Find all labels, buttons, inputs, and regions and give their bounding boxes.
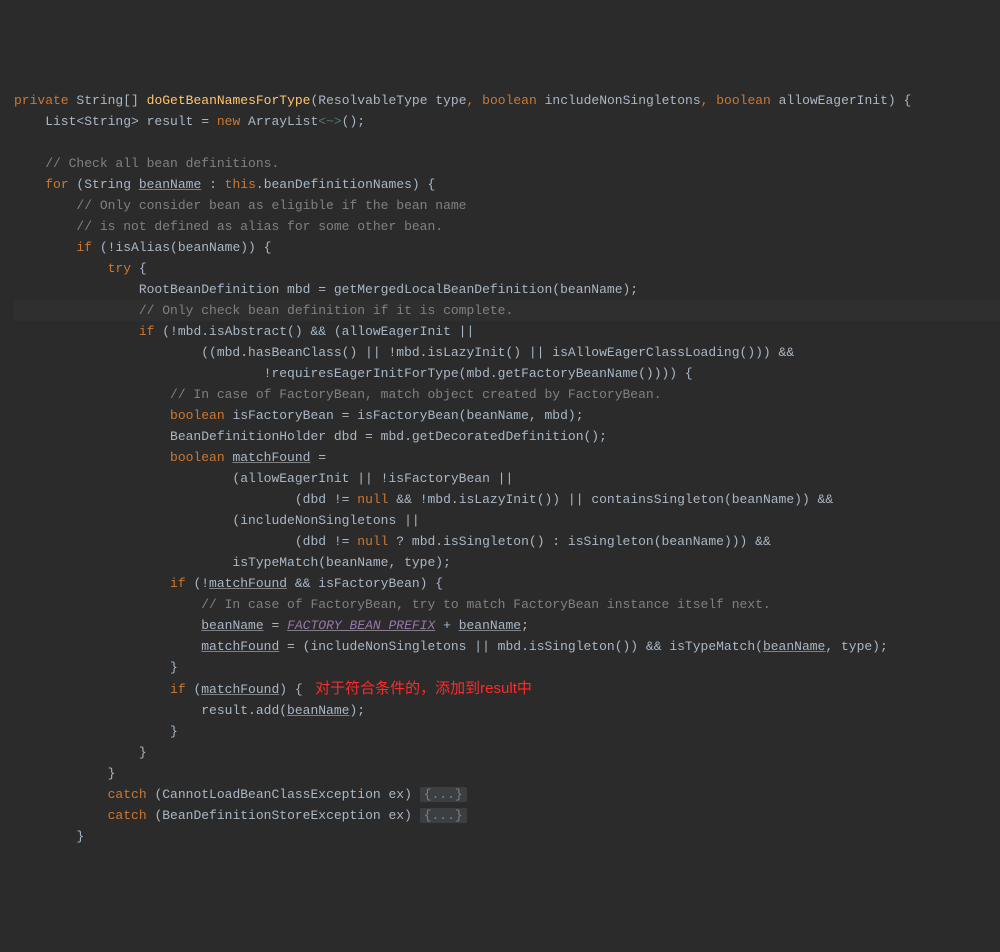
code-line: try { — [14, 261, 147, 276]
code-line: private String[] doGetBeanNamesForType(R… — [14, 93, 911, 108]
code-line: catch (BeanDefinitionStoreException ex) … — [14, 808, 467, 823]
code-line: (dbd != null ? mbd.isSingleton() : isSin… — [14, 534, 771, 549]
code-line: } — [14, 829, 84, 844]
code-line: if (!mbd.isAbstract() && (allowEagerInit… — [14, 324, 474, 339]
code-line: isTypeMatch(beanName, type); — [14, 555, 451, 570]
code-line: // is not defined as alias for some othe… — [14, 219, 443, 234]
code-line: ((mbd.hasBeanClass() || !mbd.isLazyInit(… — [14, 345, 794, 360]
code-line: RootBeanDefinition mbd = getMergedLocalB… — [14, 282, 638, 297]
code-line: boolean isFactoryBean = isFactoryBean(be… — [14, 408, 584, 423]
code-line: // In case of FactoryBean, try to match … — [14, 597, 771, 612]
code-line: // In case of FactoryBean, match object … — [14, 387, 662, 402]
code-line: // Only consider bean as eligible if the… — [14, 198, 466, 213]
code-line: if (matchFound) { 对于符合条件的，添加到result中 — [14, 682, 532, 697]
code-line: if (!matchFound && isFactoryBean) { — [14, 576, 443, 591]
code-line: (dbd != null && !mbd.isLazyInit()) || co… — [14, 492, 833, 507]
code-line: } — [14, 745, 147, 760]
code-line: (includeNonSingletons || — [14, 513, 420, 528]
code-line: // Check all bean definitions. — [14, 156, 279, 171]
code-line: } — [14, 660, 178, 675]
code-line: BeanDefinitionHolder dbd = mbd.getDecora… — [14, 429, 607, 444]
code-line: (allowEagerInit || !isFactoryBean || — [14, 471, 513, 486]
code-line: boolean matchFound = — [14, 450, 326, 465]
code-editor[interactable]: private String[] doGetBeanNamesForType(R… — [0, 84, 1000, 847]
code-line: if (!isAlias(beanName)) { — [14, 240, 271, 255]
code-line: beanName = FACTORY_BEAN_PREFIX + beanNam… — [14, 618, 529, 633]
code-line-highlighted: // Only check bean definition if it is c… — [14, 300, 1000, 321]
fold-region[interactable]: {...} — [420, 787, 467, 802]
fold-region[interactable]: {...} — [420, 808, 467, 823]
code-line: !requiresEagerInitForType(mbd.getFactory… — [14, 366, 693, 381]
code-line: catch (CannotLoadBeanClassException ex) … — [14, 787, 467, 802]
code-line: result.add(beanName); — [14, 703, 365, 718]
code-line: matchFound = (includeNonSingletons || mb… — [14, 639, 888, 654]
annotation-text: 对于符合条件的，添加到result中 — [303, 680, 532, 697]
code-line: } — [14, 724, 178, 739]
code-line: } — [14, 766, 115, 781]
code-line: List<String> result = new ArrayList<~>()… — [14, 114, 365, 129]
code-line: for (String beanName : this.beanDefiniti… — [14, 177, 435, 192]
